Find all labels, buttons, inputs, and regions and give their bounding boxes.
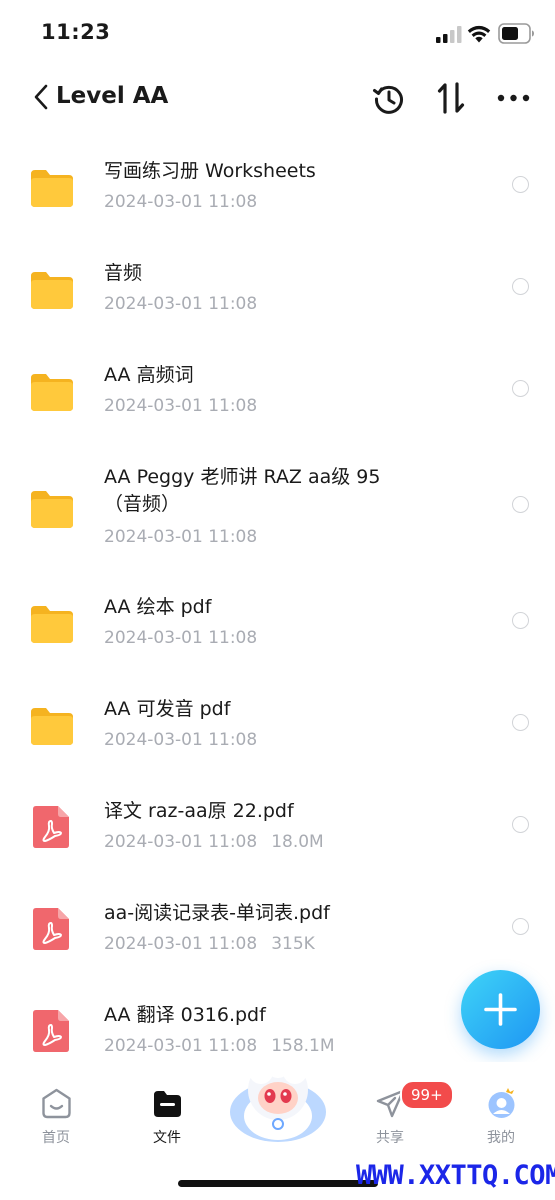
select-radio[interactable] <box>512 496 529 513</box>
sort-icon[interactable] <box>436 81 466 115</box>
file-meta: 2024-03-01 11:08 <box>104 294 257 314</box>
cellular-signal-icon <box>436 26 462 43</box>
file-size: 158.1M <box>271 1036 335 1056</box>
select-radio[interactable] <box>512 176 529 193</box>
folder-icon <box>31 374 73 411</box>
file-name: 写画练习册 Worksheets <box>104 160 316 182</box>
mascot-icon[interactable] <box>228 1054 328 1144</box>
file-meta: 2024-03-01 11:08 <box>104 396 257 416</box>
nav-bar: Level AA <box>0 66 555 130</box>
select-radio[interactable] <box>512 612 529 629</box>
folder-icon <box>31 606 73 643</box>
status-time: 11:23 <box>41 20 111 44</box>
select-radio[interactable] <box>512 918 529 935</box>
folder-icon <box>31 491 73 528</box>
plus-icon <box>484 993 517 1026</box>
add-button[interactable] <box>461 970 540 1049</box>
tab-label: 我的 <box>487 1130 515 1146</box>
tab-share[interactable]: 共享 <box>345 1062 435 1162</box>
file-name: AA Peggy 老师讲 RAZ aa级 95 （音频） <box>104 466 381 515</box>
tab-files[interactable]: 文件 <box>122 1062 212 1162</box>
file-row[interactable]: AA 绘本 pdf 2024-03-01 11:08 <box>0 570 555 672</box>
avatar-icon <box>488 1088 515 1118</box>
file-size: 315K <box>271 934 315 954</box>
file-date: 2024-03-01 11:08 <box>104 628 258 648</box>
back-chevron-icon[interactable] <box>32 83 52 111</box>
file-date: 2024-03-01 11:08 <box>104 832 258 852</box>
home-indicator <box>178 1180 378 1187</box>
file-date: 2024-03-01 11:08 <box>104 527 258 547</box>
file-row[interactable]: 音频 2024-03-01 11:08 <box>0 236 555 338</box>
select-radio[interactable] <box>512 816 529 833</box>
pdf-file-icon <box>33 908 69 950</box>
file-date: 2024-03-01 11:08 <box>104 730 258 750</box>
screen: 11:23 Level AA 写画练习册 Worksheets 2024-03-… <box>0 0 555 1200</box>
folder-icon <box>154 1091 181 1117</box>
file-row[interactable]: AA Peggy 老师讲 RAZ aa级 95 （音频） 2024-03-01 … <box>0 440 555 570</box>
file-name: AA 翻译 0316.pdf <box>104 1004 266 1026</box>
file-meta: 2024-03-01 11:08 315K <box>104 934 315 954</box>
file-list: 写画练习册 Worksheets 2024-03-01 11:08 音频 202… <box>0 134 555 1080</box>
file-meta: 2024-03-01 11:08 <box>104 628 257 648</box>
select-radio[interactable] <box>512 278 529 295</box>
file-name: 译文 raz-aa原 22.pdf <box>104 800 294 822</box>
tab-home[interactable]: 首页 <box>11 1062 101 1162</box>
file-meta: 2024-03-01 11:08 18.0M <box>104 832 324 852</box>
file-row[interactable]: 写画练习册 Worksheets 2024-03-01 11:08 <box>0 134 555 236</box>
file-date: 2024-03-01 11:08 <box>104 396 258 416</box>
file-size: 18.0M <box>271 832 324 852</box>
folder-icon <box>31 272 73 309</box>
pdf-file-icon <box>33 1010 69 1052</box>
file-date: 2024-03-01 11:08 <box>104 1036 258 1056</box>
more-options-icon[interactable] <box>497 93 530 103</box>
battery-icon <box>498 23 534 44</box>
file-name: AA 可发音 pdf <box>104 698 231 720</box>
tab-label: 共享 <box>376 1130 404 1146</box>
file-row[interactable]: AA 高频词 2024-03-01 11:08 <box>0 338 555 440</box>
file-date: 2024-03-01 11:08 <box>104 934 258 954</box>
file-name: aa-阅读记录表-单词表.pdf <box>104 902 330 924</box>
history-icon[interactable] <box>372 82 406 116</box>
pdf-file-icon <box>33 806 69 848</box>
select-radio[interactable] <box>512 714 529 731</box>
file-name: AA 绘本 pdf <box>104 596 212 618</box>
tab-mine[interactable]: 我的 <box>456 1062 546 1162</box>
wifi-icon <box>467 25 491 43</box>
file-row[interactable]: aa-阅读记录表-单词表.pdf 2024-03-01 11:08 315K <box>0 876 555 978</box>
watermark: WWW.XXTTQ.COM <box>356 1160 555 1191</box>
home-icon <box>42 1088 71 1119</box>
file-row[interactable]: AA 可发音 pdf 2024-03-01 11:08 <box>0 672 555 774</box>
tab-label: 首页 <box>42 1130 70 1146</box>
folder-icon <box>31 170 73 207</box>
tab-label: 文件 <box>153 1130 181 1146</box>
file-meta: 2024-03-01 11:08 <box>104 730 257 750</box>
page-title: Level AA <box>56 83 169 109</box>
file-meta: 2024-03-01 11:08 <box>104 527 257 547</box>
select-radio[interactable] <box>512 380 529 397</box>
file-date: 2024-03-01 11:08 <box>104 192 258 212</box>
status-bar: 11:23 <box>0 0 555 66</box>
file-name: AA 高频词 <box>104 364 194 386</box>
file-name: 音频 <box>104 262 143 284</box>
file-meta: 2024-03-01 11:08 <box>104 192 257 212</box>
file-meta: 2024-03-01 11:08 158.1M <box>104 1036 335 1056</box>
file-date: 2024-03-01 11:08 <box>104 294 258 314</box>
share-count-badge: 99+ <box>400 1080 454 1110</box>
file-row[interactable]: 译文 raz-aa原 22.pdf 2024-03-01 11:08 18.0M <box>0 774 555 876</box>
folder-icon <box>31 708 73 745</box>
